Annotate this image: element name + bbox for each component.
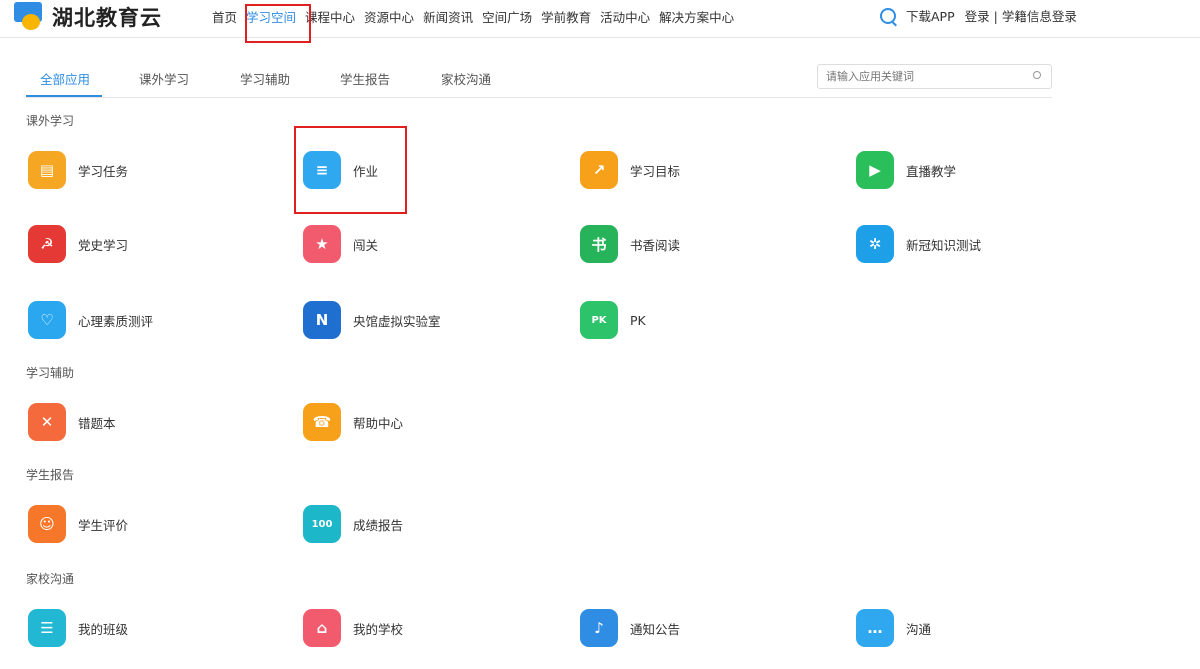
app-label: 党史学习 — [78, 237, 129, 253]
app-label: 沟通 — [906, 621, 932, 637]
logo-text: 湖北教育云 — [52, 6, 162, 30]
main-nav: 首页 学习空间 课程中心 资源中心 新闻资讯 空间广场 学前教育 活动中心 解决方案中心 — [212, 7, 743, 26]
class-icon: ☰ — [28, 609, 66, 647]
app-label: 错题本 — [78, 415, 116, 431]
challenge-icon: ★ — [303, 225, 341, 263]
app-reading[interactable]: 书书香阅读 — [580, 225, 680, 263]
student-login-link[interactable]: | 学籍信息登录 — [994, 6, 1077, 25]
app-live[interactable]: ▶ 直播教学 — [856, 151, 956, 189]
logo-icon — [14, 2, 46, 32]
top-navbar: 湖北教育云 首页 学习空间 课程中心 资源中心 新闻资讯 空间广场 学前教育 活动中心 解决方案… — [0, 0, 1200, 38]
app-psychology[interactable]: ♡ 心理素质测评 — [28, 301, 153, 339]
tab-item[interactable]: 家校沟通 — [441, 69, 491, 88]
app-label: 学习目标 — [630, 163, 681, 179]
tab-item[interactable]: 课外学习 — [139, 69, 189, 88]
tab-item[interactable]: 学生报告 — [340, 69, 390, 88]
score-report-icon: 100 — [303, 505, 341, 543]
app-chat[interactable]: … 沟通 — [856, 609, 931, 647]
app-label: 心理素质测评 — [78, 313, 154, 329]
covid-quiz-icon: ✲ — [856, 225, 894, 263]
nav-item[interactable]: 空间广场 — [482, 7, 532, 26]
search-icon[interactable] — [1033, 71, 1041, 79]
app-label: 帮助中心 — [353, 415, 404, 431]
app-task[interactable]: ▤ 学习任务 — [28, 151, 128, 189]
app-label: 我的班级 — [78, 621, 129, 637]
nav-item[interactable]: 学习空间 — [246, 7, 296, 26]
nav-item[interactable]: 首页 — [212, 7, 237, 26]
evaluation-icon: ☺ — [28, 505, 66, 543]
app-label: 直播教学 — [906, 163, 957, 179]
download-app-link[interactable]: 下载APP — [906, 6, 955, 25]
app-search-box[interactable] — [817, 64, 1052, 89]
nav-item[interactable]: 学前教育 — [541, 7, 591, 26]
tab-item[interactable]: 学习辅助 — [240, 69, 290, 88]
app-label: 作业 — [353, 163, 379, 179]
task-icon: ▤ — [28, 151, 66, 189]
app-wrong-book[interactable]: ✕ 错题本 — [28, 403, 116, 441]
app-score-report[interactable]: 100 成绩报告 — [303, 505, 403, 543]
section-title: 学生报告 — [26, 468, 75, 482]
target-icon: ↗ — [580, 151, 618, 189]
nav-item[interactable]: 新闻资讯 — [423, 7, 473, 26]
app-help[interactable]: ☎ 帮助中心 — [303, 403, 403, 441]
chat-icon: … — [856, 609, 894, 647]
search-icon[interactable] — [880, 7, 896, 24]
app-ncet-lab[interactable]: N 央馆虚拟实验室 — [303, 301, 441, 339]
app-label: 闯关 — [353, 237, 379, 253]
app-pk[interactable]: PK PK — [580, 301, 646, 339]
section-title: 课外学习 — [26, 114, 75, 128]
app-label: 央馆虚拟实验室 — [353, 313, 441, 329]
app-label: 书香阅读 — [630, 237, 681, 253]
login-link[interactable]: 登录 — [965, 6, 990, 25]
app-evaluation[interactable]: ☺ 学生评价 — [28, 505, 128, 543]
app-label: 通知公告 — [630, 621, 681, 637]
app-label: 学习任务 — [78, 163, 129, 179]
school-icon: ⌂ — [303, 609, 341, 647]
app-party-history[interactable]: ☭ 党史学习 — [28, 225, 128, 263]
app-school[interactable]: ⌂ 我的学校 — [303, 609, 403, 647]
app-label: PK — [630, 312, 646, 328]
app-search-input[interactable] — [826, 70, 1016, 83]
app-covid-quiz[interactable]: ✲ 新冠知识测试 — [856, 225, 981, 263]
pk-icon: PK — [580, 301, 618, 339]
notice-icon: ♪ — [580, 609, 618, 647]
active-tab-underline — [26, 95, 102, 97]
help-icon: ☎ — [303, 403, 341, 441]
section-title: 学习辅助 — [26, 366, 75, 380]
nav-item[interactable]: 资源中心 — [364, 7, 414, 26]
app-notice[interactable]: ♪ 通知公告 — [580, 609, 680, 647]
psychology-icon: ♡ — [28, 301, 66, 339]
app-homework[interactable]: ≡ 作业 — [303, 151, 378, 189]
logo[interactable]: 湖北教育云 — [14, 2, 162, 32]
section-title: 家校沟通 — [26, 572, 75, 586]
tab-item[interactable]: 全部应用 — [40, 69, 90, 88]
wrong-book-icon: ✕ — [28, 403, 66, 441]
nav-item[interactable]: 解决方案中心 — [659, 7, 734, 26]
live-icon: ▶ — [856, 151, 894, 189]
ncet-lab-icon: N — [303, 301, 341, 339]
app-label: 新冠知识测试 — [906, 237, 982, 253]
app-label: 成绩报告 — [353, 517, 404, 533]
app-label: 我的学校 — [353, 621, 404, 637]
nav-item[interactable]: 活动中心 — [600, 7, 650, 26]
reading-icon: 书 — [580, 225, 618, 263]
nav-item[interactable]: 课程中心 — [305, 7, 355, 26]
homework-icon: ≡ — [303, 151, 341, 189]
party-history-icon: ☭ — [28, 225, 66, 263]
app-target[interactable]: ↗ 学习目标 — [580, 151, 680, 189]
app-challenge[interactable]: ★ 闯关 — [303, 225, 378, 263]
app-label: 学生评价 — [78, 517, 129, 533]
app-class[interactable]: ☰ 我的班级 — [28, 609, 128, 647]
